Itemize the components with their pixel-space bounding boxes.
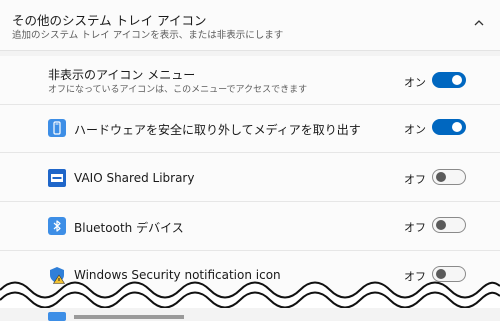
setting-row-hidden-icon-menu: 非表示のアイコン メニュー オフになっているアイコンは、このメニューでアクセスで… (0, 56, 500, 105)
setting-description: オフになっているアイコンは、このメニューでアクセスできます (48, 85, 308, 95)
chevron-up-icon[interactable] (472, 16, 486, 30)
vaio-library-icon (48, 169, 66, 187)
hidden-icon-menu-toggle[interactable] (432, 72, 466, 88)
setting-row-bluetooth-devices: Bluetooth デバイス オフ (0, 202, 500, 251)
toggle-knob (436, 172, 446, 182)
toggle-knob (436, 220, 446, 230)
toggle-state-label: オン (404, 76, 426, 89)
toggle-state-label: オン (404, 123, 426, 136)
toggle-knob (452, 75, 462, 85)
setting-title: 非表示のアイコン メニュー (48, 68, 196, 82)
toggle-state-label: オフ (404, 173, 426, 186)
setting-title: ハードウェアを安全に取り外してメディアを取り出す (74, 123, 361, 137)
setting-row-safely-remove-hardware: ハードウェアを安全に取り外してメディアを取り出す オン (0, 105, 500, 153)
setting-row-vaio-shared-library: VAIO Shared Library オフ (0, 153, 500, 202)
section-subtitle: 追加のシステム トレイ アイコンを表示、または非表示にします (12, 30, 284, 41)
torn-edge-decoration (0, 281, 500, 321)
bluetooth-devices-toggle[interactable] (432, 217, 466, 233)
bluetooth-icon (48, 217, 66, 235)
toggle-state-label: オフ (404, 221, 426, 234)
toggle-knob (452, 122, 462, 132)
usb-drive-icon (48, 119, 66, 137)
section-header[interactable]: その他のシステム トレイ アイコン 追加のシステム トレイ アイコンを表示、また… (0, 0, 500, 51)
vaio-shared-library-toggle[interactable] (432, 169, 466, 185)
setting-title: VAIO Shared Library (74, 171, 195, 185)
safely-remove-hardware-toggle[interactable] (432, 119, 466, 135)
setting-title: Bluetooth デバイス (74, 221, 184, 235)
